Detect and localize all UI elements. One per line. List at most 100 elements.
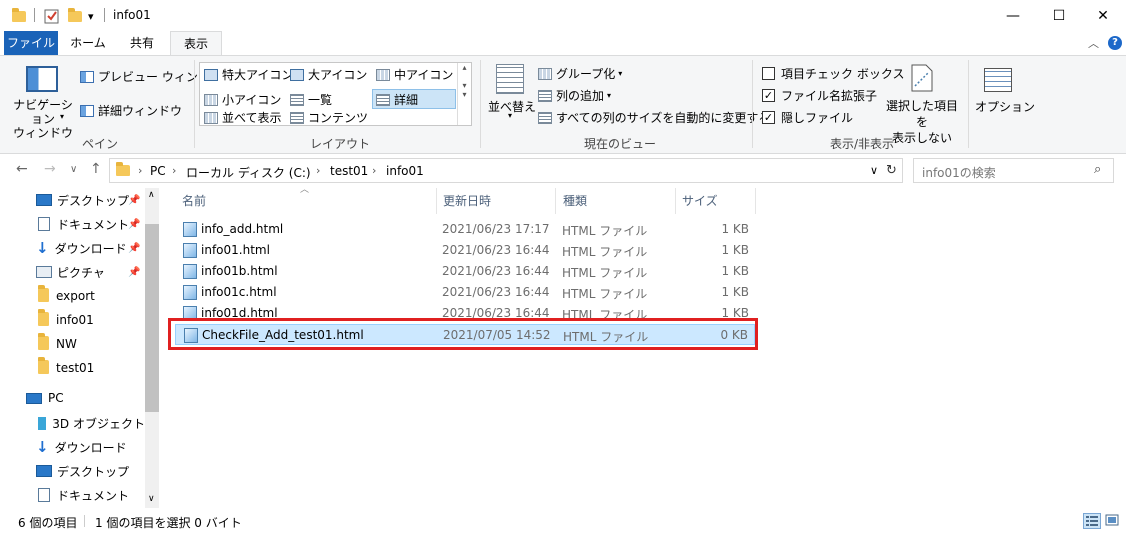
layout-extra-large-icons[interactable]: 特大アイコン (204, 66, 293, 83)
breadcrumb-separator[interactable]: › (372, 164, 376, 177)
customize-dropdown-icon[interactable]: ▾ (88, 7, 94, 25)
recent-locations-icon[interactable]: ∨ (70, 164, 77, 175)
item-checkbox-toggle[interactable]: 項目チェック ボックス (762, 65, 904, 82)
collapse-ribbon-icon[interactable]: ︿ (1088, 35, 1099, 51)
pin-icon[interactable]: 📌 (128, 267, 140, 278)
column-header-size[interactable]: サイズ (682, 188, 718, 214)
add-column-icon (538, 89, 552, 102)
nav-item-downloads[interactable]: ↓ ダウンロード 📌 (0, 237, 145, 259)
help-icon[interactable]: ? (1108, 36, 1122, 50)
tab-view[interactable]: 表示 (170, 31, 222, 56)
annotation-highlight-box (168, 318, 758, 350)
layout-list[interactable]: 一覧 (290, 91, 332, 108)
group-by-button[interactable]: グループ化 ▾ (538, 65, 622, 82)
details-view-icon[interactable] (1083, 513, 1101, 529)
up-arrow-icon[interactable]: ↑ (90, 161, 102, 177)
column-header-type[interactable]: 種類 (563, 188, 587, 214)
maximize-button[interactable]: ☐ (1036, 0, 1082, 31)
file-type: HTML ファイル (562, 245, 648, 259)
nav-item-pictures[interactable]: ピクチャ 📌 (0, 261, 145, 283)
nav-item-desktop-pc[interactable]: デスクトップ (0, 460, 145, 482)
column-divider[interactable] (555, 188, 556, 214)
forward-arrow-icon[interactable]: → (44, 161, 56, 177)
layout-small-icons[interactable]: 小アイコン (204, 91, 281, 108)
layout-medium-icons[interactable]: 中アイコン (376, 66, 453, 83)
layout-details[interactable]: 詳細 (376, 91, 418, 108)
close-button[interactable]: ✕ (1080, 0, 1126, 31)
properties-checkbox-icon[interactable] (44, 7, 59, 25)
tab-file[interactable]: ファイル (4, 31, 58, 55)
chevron-down-icon[interactable]: ▾ (508, 111, 512, 120)
column-divider[interactable] (755, 188, 756, 214)
new-folder-icon[interactable] (68, 7, 82, 25)
nav-item-desktop[interactable]: デスクトップ 📌 (0, 189, 145, 211)
address-history-chevron-icon[interactable]: ∨ (870, 164, 878, 177)
breadcrumb-local-disk[interactable]: ローカル ディスク (C:) (186, 164, 311, 181)
sort-icon[interactable] (496, 64, 524, 94)
layout-large-icons[interactable]: 大アイコン (290, 66, 367, 83)
options-button[interactable]: オプション (975, 98, 1035, 115)
scrollbar-thumb[interactable] (145, 224, 159, 412)
large-icons-view-icon[interactable] (1104, 513, 1122, 529)
ribbon-tabs: ファイル ホーム 共有 表示 (0, 31, 1126, 56)
navigation-pane-button[interactable]: ナビゲーション ウィンドウ (8, 98, 78, 140)
navigation-pane: デスクトップ 📌 ドキュメント 📌 ↓ ダウンロード 📌 ピクチャ 📌 expo… (0, 188, 159, 508)
address-bar[interactable]: › PC › ローカル ディスク (C:) › test01 › info01 … (109, 158, 903, 183)
nav-item-info01[interactable]: info01 (0, 308, 145, 331)
pin-icon[interactable]: 📌 (128, 195, 140, 206)
scroll-down-icon[interactable]: ∨ (148, 494, 155, 504)
file-modified-date: 2021/06/23 16:44 (442, 285, 550, 299)
breadcrumb-test01[interactable]: test01 (330, 164, 368, 178)
minimize-button[interactable]: — (990, 0, 1036, 31)
search-box[interactable]: info01の検索 ⌕ (913, 158, 1114, 183)
pin-icon[interactable]: 📌 (128, 219, 140, 230)
chevron-down-icon[interactable]: ▾ (60, 112, 64, 121)
nav-item-nw[interactable]: NW (0, 332, 145, 355)
table-row[interactable]: info01.html 2021/06/23 16:44 HTML ファイル 1 KB (175, 240, 755, 261)
nav-item-documents[interactable]: ドキュメント 📌 (0, 213, 145, 235)
hidden-files-toggle[interactable]: ✓ 隠しファイル (762, 109, 853, 126)
breadcrumb-pc[interactable]: PC (150, 164, 166, 178)
breadcrumb-separator[interactable]: › (316, 164, 320, 177)
breadcrumb-info01[interactable]: info01 (386, 164, 424, 178)
pin-icon[interactable]: 📌 (128, 243, 140, 254)
ribbon: ナビゲーション ウィンドウ ▾ プレビュー ウィンドウ 詳細ウィンドウ ペイン … (0, 55, 1126, 154)
layout-tiles[interactable]: 並べて表示 (204, 109, 282, 126)
column-divider[interactable] (675, 188, 676, 214)
search-icon[interactable]: ⌕ (1094, 162, 1101, 177)
nav-item-pc[interactable]: PC (0, 387, 145, 409)
nav-item-downloads-pc[interactable]: ↓ ダウンロード (0, 436, 145, 458)
options-icon[interactable] (984, 68, 1012, 92)
file-extensions-toggle[interactable]: ✓ ファイル名拡張子 (762, 87, 877, 104)
document-icon (38, 488, 50, 502)
refresh-icon[interactable]: ↻ (886, 163, 897, 178)
scroll-up-icon[interactable]: ∧ (148, 190, 155, 200)
divider (968, 60, 969, 148)
back-arrow-icon[interactable]: ← (16, 161, 28, 177)
add-column-button[interactable]: 列の追加 ▾ (538, 87, 611, 104)
layout-gallery-scroll[interactable]: ▴ ▾ ▾ (457, 63, 471, 125)
layout-content[interactable]: コンテンツ (290, 109, 368, 126)
tab-home[interactable]: ホーム (62, 31, 114, 55)
column-header-modified[interactable]: 更新日時 (443, 188, 491, 214)
column-divider[interactable] (436, 188, 437, 214)
document-icon (38, 217, 50, 231)
autosize-columns-button[interactable]: すべての列のサイズを自動的に変更する (538, 109, 770, 126)
table-row[interactable]: info_add.html 2021/06/23 17:17 HTML ファイル 1 … (175, 219, 755, 240)
nav-item-export[interactable]: export (0, 284, 145, 307)
search-input[interactable]: info01の検索 (922, 164, 996, 181)
details-pane-button[interactable]: 詳細ウィンドウ (80, 102, 182, 119)
status-bar: 6 個の項目 1 個の項目を選択 0 バイト (0, 509, 1126, 534)
show-hide-group-label: 表示/非表示 (829, 137, 895, 151)
navigation-pane-icon[interactable] (26, 66, 58, 92)
nav-item-documents-pc[interactable]: ドキュメント (0, 484, 145, 506)
breadcrumb-separator[interactable]: › (172, 164, 176, 177)
table-row[interactable]: info01b.html 2021/06/23 16:44 HTML ファイル 1 K… (175, 261, 755, 282)
nav-pane-scrollbar[interactable]: ∧ ∨ (145, 188, 159, 508)
column-header-name[interactable]: 名前 (182, 188, 206, 214)
table-row[interactable]: info01c.html 2021/06/23 16:44 HTML ファイル 1 K… (175, 282, 755, 303)
nav-item-3d-objects[interactable]: 3D オブジェクト (0, 412, 145, 434)
hide-selected-icon[interactable] (910, 64, 934, 95)
tab-share[interactable]: 共有 (116, 31, 168, 55)
nav-item-test01[interactable]: test01 (0, 356, 145, 379)
